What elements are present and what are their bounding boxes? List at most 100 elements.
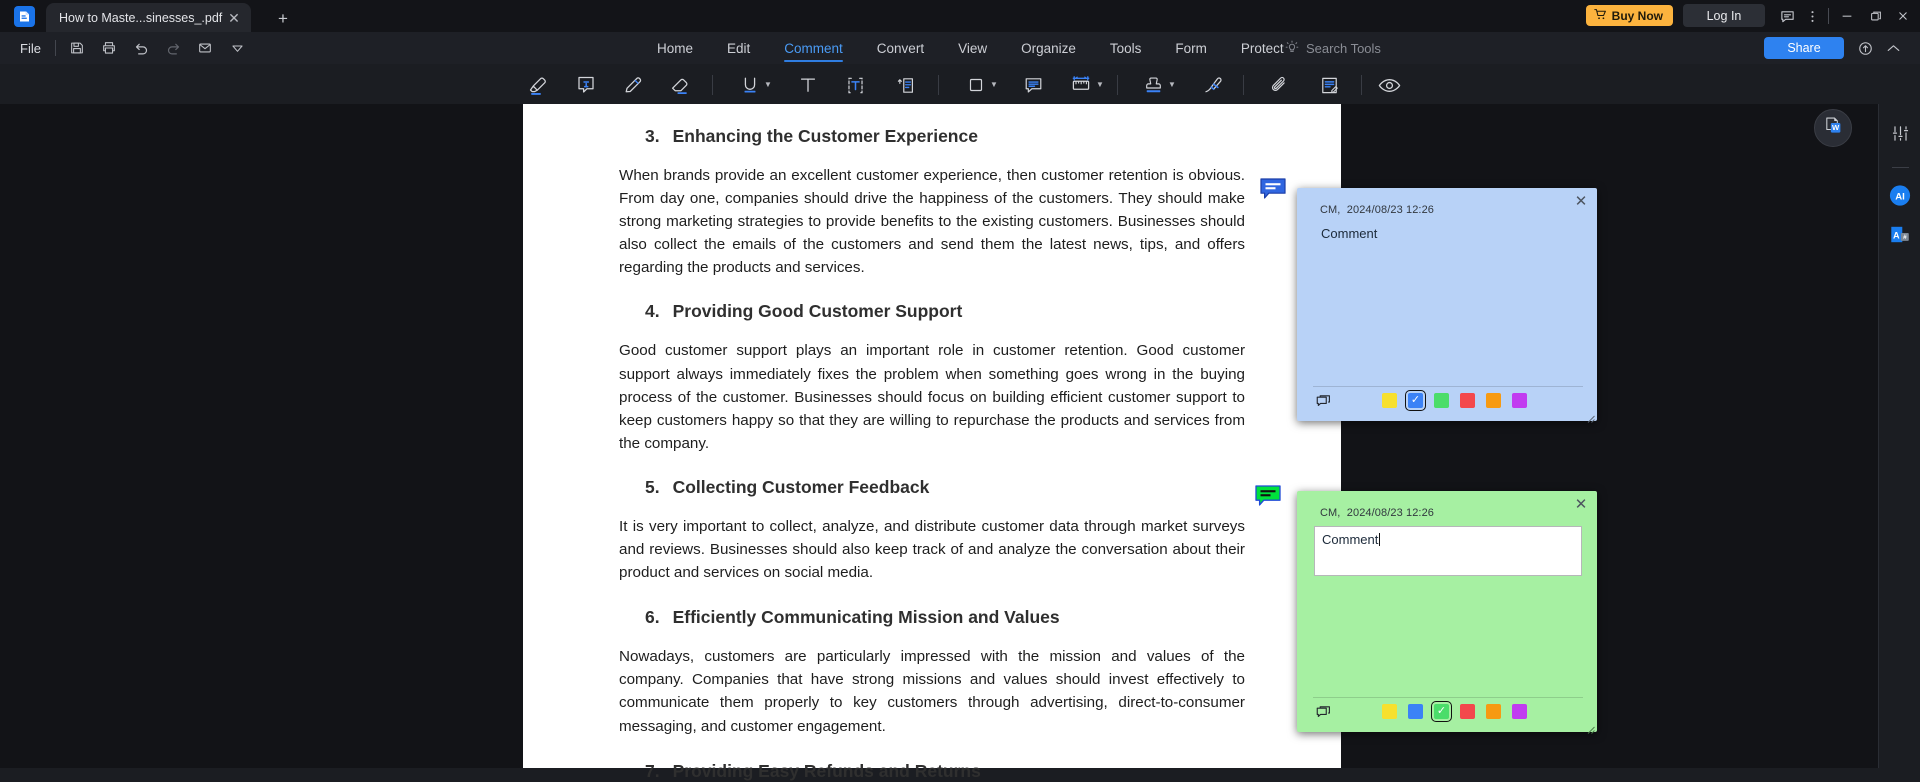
comment-author: CM, — [1320, 507, 1341, 519]
text-callout-tool[interactable] — [894, 72, 917, 98]
swatch-orange[interactable] — [1486, 704, 1501, 719]
comment-marker-icon-1[interactable] — [1260, 178, 1286, 199]
section-body-3: When brands provide an excellent custome… — [619, 167, 1245, 277]
section-number: 6. — [645, 607, 660, 628]
buy-now-button[interactable]: Buy Now — [1585, 5, 1673, 26]
reply-icon[interactable] — [1315, 705, 1333, 723]
comment-popup-2[interactable]: ✕ CM, 2024/08/23 12:26 Comment ✓ — [1297, 491, 1597, 734]
measure-tool[interactable]: ▼ — [1069, 72, 1104, 98]
text-cursor — [1379, 533, 1381, 546]
swatch-purple[interactable] — [1512, 704, 1527, 719]
login-button[interactable]: Log In — [1683, 4, 1765, 27]
pdf-page[interactable]: 3. Enhancing the Customer Experience Whe… — [523, 104, 1341, 781]
reply-icon[interactable] — [1315, 394, 1333, 412]
save-icon[interactable] — [66, 37, 88, 59]
minimize-icon[interactable] — [1836, 5, 1858, 27]
share-button[interactable]: Share — [1764, 37, 1844, 59]
chevron-down-icon[interactable]: ▼ — [1096, 81, 1104, 89]
email-icon[interactable] — [194, 37, 216, 59]
section-title: Collecting Customer Feedback — [672, 476, 930, 497]
cloud-upload-icon[interactable] — [1854, 37, 1876, 59]
swatch-blue[interactable] — [1408, 704, 1423, 719]
shape-tool[interactable]: ▼ — [965, 72, 998, 98]
tab-view[interactable]: View — [941, 32, 1004, 64]
color-swatches-2: ✓ — [1382, 701, 1527, 722]
window-close-icon[interactable] — [1892, 5, 1914, 27]
close-icon[interactable]: ✕ — [1572, 192, 1590, 210]
chevron-up-icon[interactable] — [1882, 37, 1904, 59]
swatch-red[interactable] — [1460, 393, 1475, 408]
toolbar-divider — [712, 75, 713, 95]
search-tools-button[interactable]: Search Tools — [1285, 32, 1381, 64]
redo-icon[interactable] — [162, 37, 184, 59]
chevron-down-icon[interactable]: ▼ — [990, 81, 998, 89]
swatch-green[interactable] — [1434, 393, 1449, 408]
swatch-yellow[interactable] — [1382, 393, 1397, 408]
comment-popup-1[interactable]: ✕ CM, 2024/08/23 12:26 Comment ✓ — [1297, 188, 1597, 423]
comment-marker-icon-2[interactable] — [1255, 485, 1281, 506]
file-menu[interactable]: File — [14, 38, 47, 59]
close-icon[interactable]: ✕ — [1572, 495, 1590, 513]
right-sidebar: AI A # — [1878, 104, 1920, 768]
tab-organize[interactable]: Organize — [1004, 32, 1093, 64]
tab-home[interactable]: Home — [640, 32, 710, 64]
comment-input-2[interactable]: Comment — [1314, 526, 1582, 576]
comment-author: CM, — [1320, 204, 1341, 216]
share-label: Share — [1787, 41, 1821, 55]
attachment-tool[interactable] — [1268, 72, 1291, 98]
swatch-red[interactable] — [1460, 704, 1475, 719]
resize-handle[interactable] — [1586, 410, 1595, 423]
translate-icon[interactable]: A # — [1889, 223, 1911, 245]
underline-tool[interactable]: ▼ — [739, 72, 772, 98]
show-comments-tool[interactable] — [1377, 72, 1402, 98]
menubar-divider — [55, 40, 56, 56]
section-heading-4: 4. Providing Good Customer Support — [619, 301, 1245, 322]
restore-icon[interactable] — [1865, 5, 1887, 27]
comment-text-1[interactable]: Comment — [1321, 226, 1377, 241]
swatch-purple[interactable] — [1512, 393, 1527, 408]
document-tab[interactable]: How to Maste...sinesses_.pdf * ✕ — [46, 3, 251, 32]
signature-tool[interactable] — [1201, 72, 1225, 98]
print-icon[interactable] — [98, 37, 120, 59]
stamp-tool[interactable]: ▼ — [1142, 72, 1176, 98]
resize-handle[interactable] — [1586, 721, 1595, 734]
undo-icon[interactable] — [130, 37, 152, 59]
tab-comment[interactable]: Comment — [767, 32, 860, 64]
chevron-down-icon[interactable]: ▼ — [1168, 81, 1176, 89]
tab-convert[interactable]: Convert — [860, 32, 941, 64]
title-bar: How to Maste...sinesses_.pdf * ✕ + Buy N… — [0, 0, 1920, 32]
eraser-tool[interactable] — [668, 72, 692, 98]
swatch-green[interactable]: ✓ — [1431, 701, 1452, 722]
feedback-icon[interactable] — [1776, 5, 1798, 27]
text-tool[interactable] — [797, 72, 819, 98]
comment-tool[interactable] — [1022, 72, 1045, 98]
text-box-tool[interactable] — [844, 72, 867, 98]
rail-divider — [1892, 167, 1909, 168]
plus-icon[interactable]: + — [272, 7, 294, 29]
note-tool[interactable] — [574, 72, 598, 98]
close-icon[interactable]: ✕ — [225, 9, 243, 27]
more-vertical-icon[interactable] — [1801, 5, 1823, 27]
swatch-orange[interactable] — [1486, 393, 1501, 408]
section-title: Enhancing the Customer Experience — [672, 126, 978, 146]
cart-icon — [1593, 8, 1607, 24]
swatch-yellow[interactable] — [1382, 704, 1397, 719]
toolbar-divider-5 — [1361, 75, 1362, 95]
section-number: 3. — [645, 126, 660, 146]
summarize-tool[interactable] — [1318, 72, 1341, 98]
ai-assistant-icon[interactable]: AI — [1889, 184, 1911, 206]
search-tools-label: Search Tools — [1306, 40, 1381, 56]
adjust-settings-icon[interactable] — [1889, 122, 1911, 144]
convert-to-word-button[interactable]: W — [1814, 109, 1852, 147]
comment-timestamp: 2024/08/23 12:26 — [1346, 507, 1435, 519]
buy-now-label: Buy Now — [1611, 8, 1663, 23]
highlight-tool[interactable] — [527, 72, 551, 98]
pencil-tool[interactable] — [621, 72, 645, 98]
chevron-down-icon[interactable]: ▼ — [764, 81, 772, 89]
tab-tools[interactable]: Tools — [1093, 32, 1159, 64]
tab-form[interactable]: Form — [1158, 32, 1224, 64]
convert-to-word-icon: W — [1823, 115, 1844, 141]
tab-edit[interactable]: Edit — [710, 32, 767, 64]
swatch-blue[interactable]: ✓ — [1405, 390, 1426, 411]
customize-dropdown-icon[interactable] — [226, 37, 248, 59]
